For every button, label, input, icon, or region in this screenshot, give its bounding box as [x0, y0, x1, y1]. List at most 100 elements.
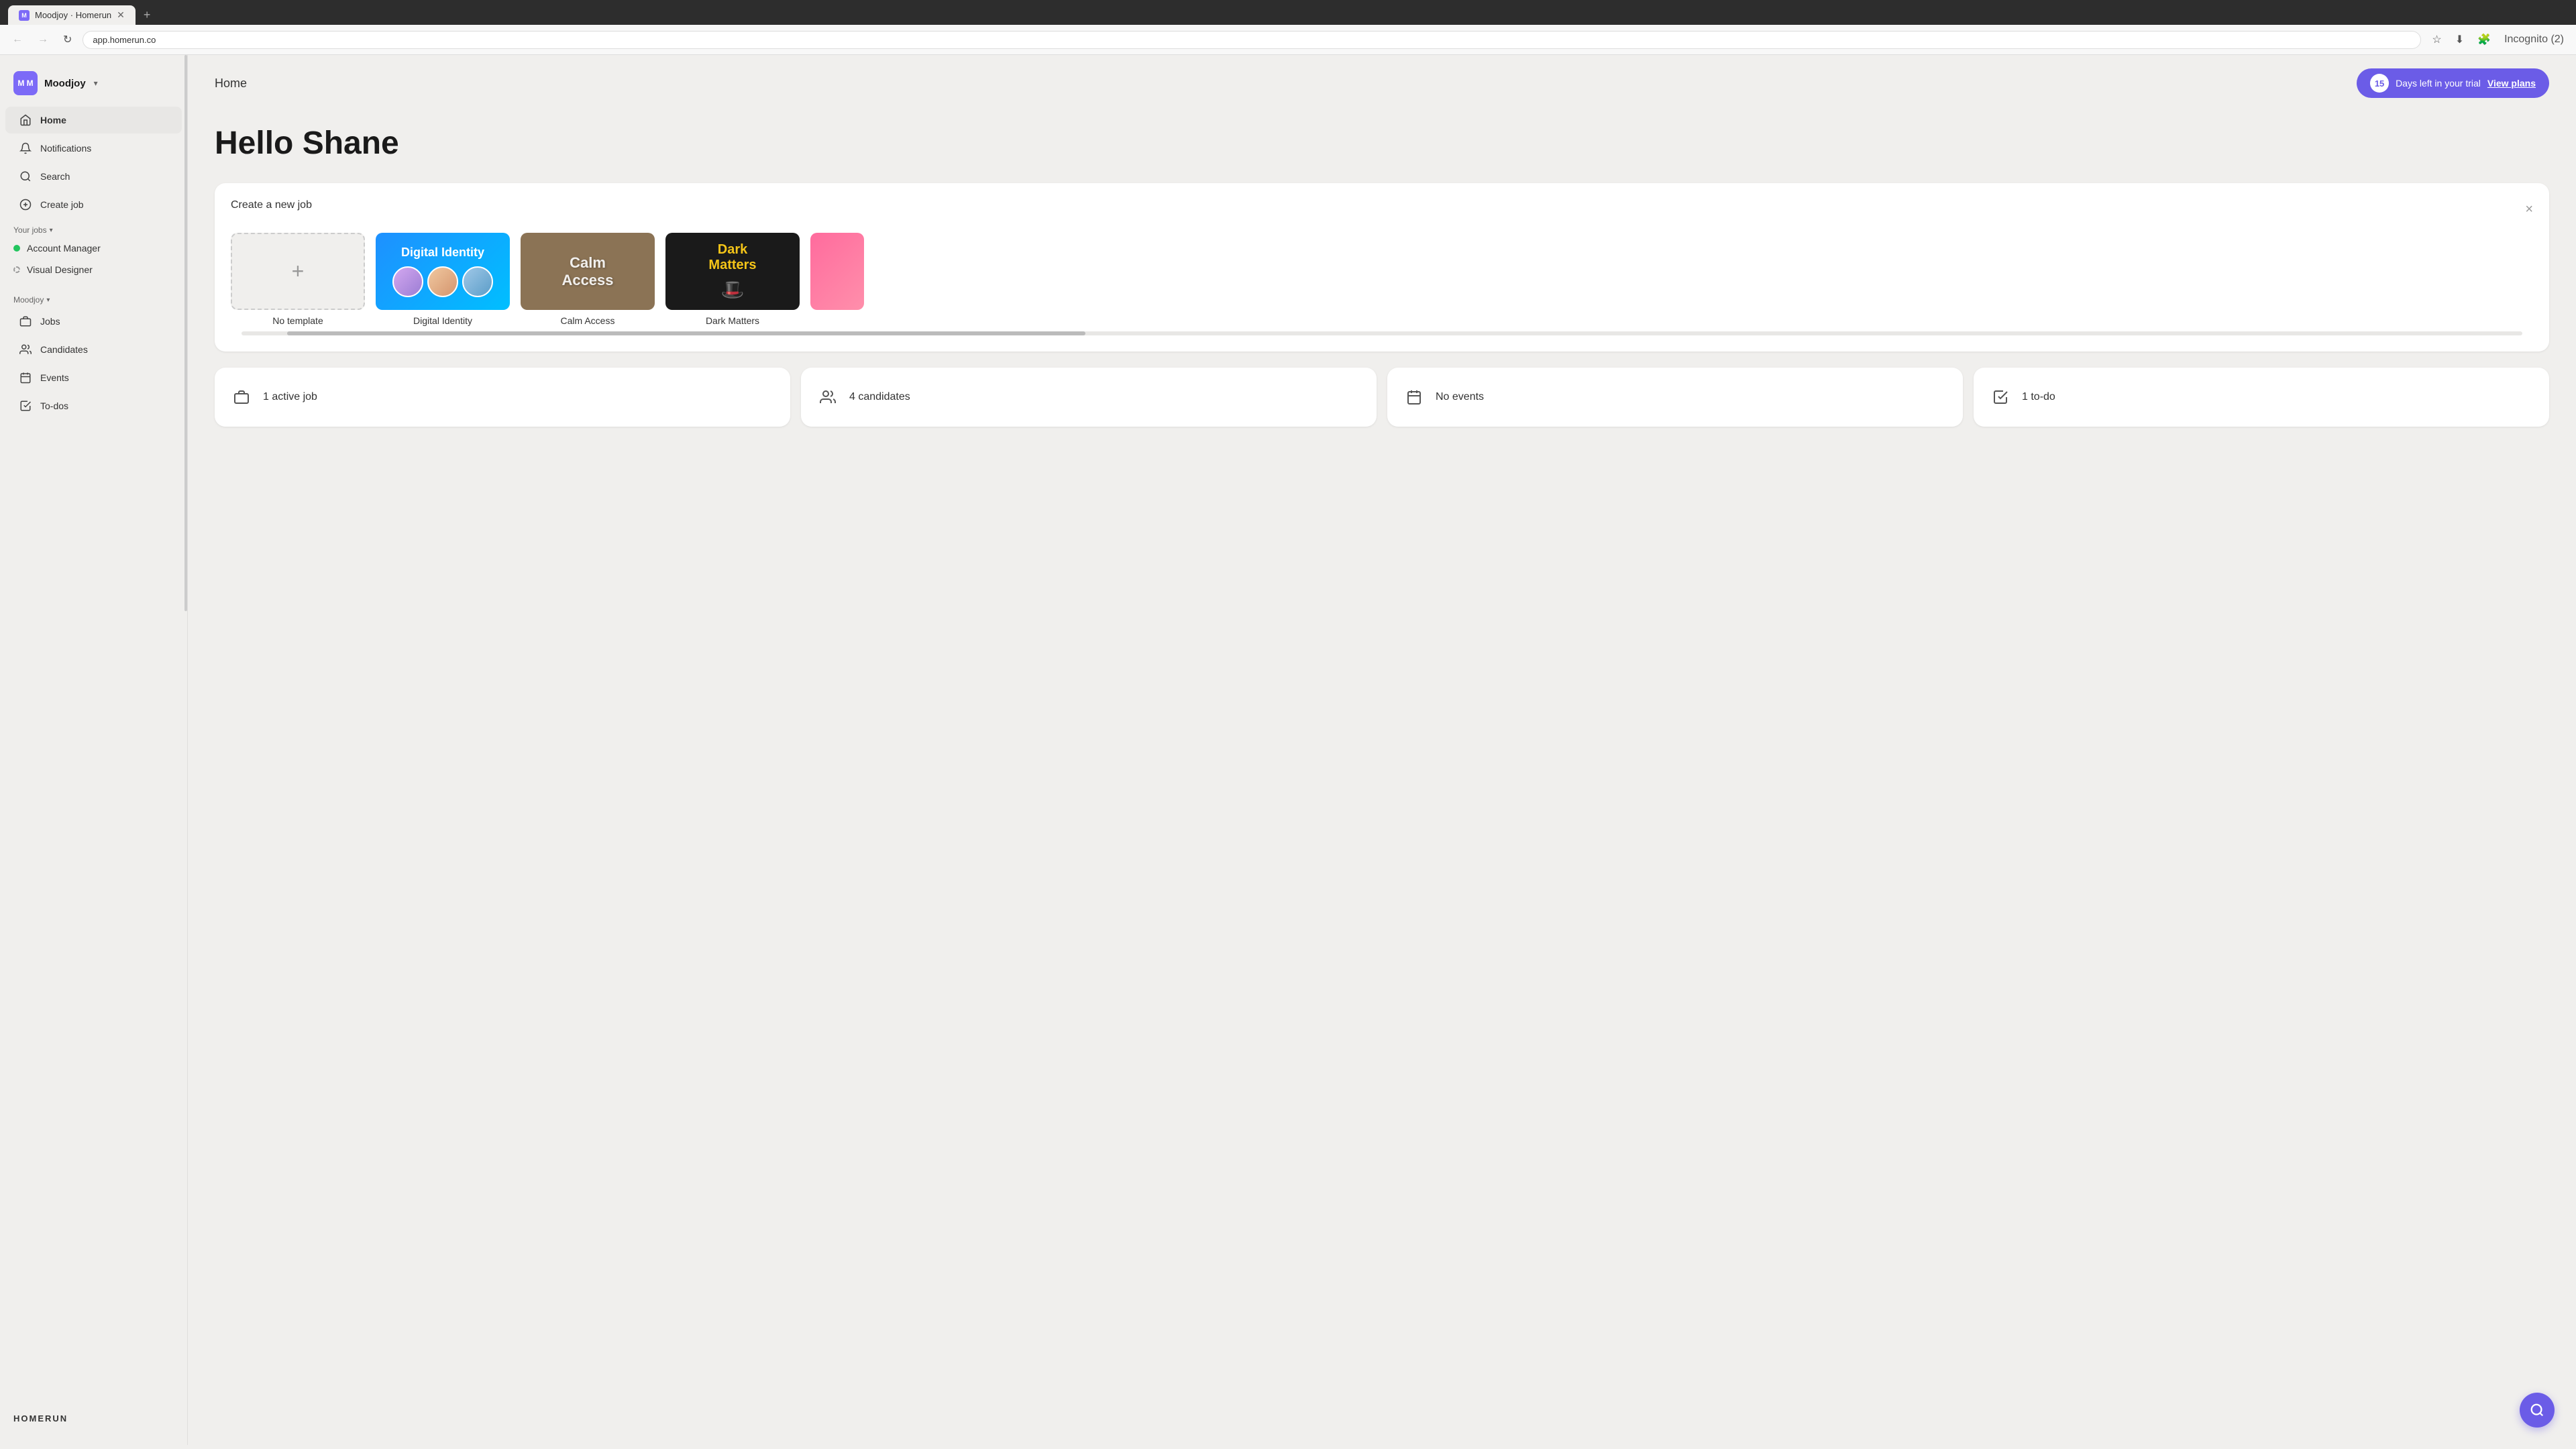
your-jobs-label: Your jobs: [13, 225, 47, 235]
sidebar-scrollbar-thumb: [184, 55, 187, 611]
template-dark-matters[interactable]: DarkMatters 🎩 Dark Matters: [665, 233, 800, 326]
main-header: Home 15 Days left in your trial View pla…: [188, 55, 2576, 111]
sidebar-item-search[interactable]: Search: [5, 163, 182, 190]
create-job-card: Create a new job × + No template: [215, 183, 2549, 352]
download-button[interactable]: ⬇: [2451, 30, 2468, 49]
job-draft-indicator: [13, 266, 20, 273]
template-no-template-label: No template: [231, 315, 365, 326]
templates-scrollbar-track: [241, 331, 2522, 335]
new-tab-button[interactable]: +: [138, 5, 156, 25]
app-layout: M M Moodjoy ▾ Home Notifications Search: [0, 55, 2576, 1445]
checkbox-icon: [19, 399, 32, 413]
search-fab[interactable]: [2520, 1393, 2555, 1428]
digital-identity-text: Digital Identity: [401, 246, 484, 260]
calm-access-text: CalmAccess: [561, 254, 613, 289]
sidebar-item-create-job[interactable]: Create job: [5, 191, 182, 218]
trial-badge: 15 Days left in your trial View plans: [2357, 68, 2549, 98]
digital-identity-photo-2: [427, 266, 458, 297]
trial-text: Days left in your trial: [2396, 78, 2481, 89]
moodjoy-dropdown-arrow: ▾: [46, 297, 50, 304]
sidebar-scrollbar[interactable]: [184, 55, 187, 1445]
templates-row: + No template Digital Identity: [231, 233, 2533, 326]
templates-scrollbar-area: [231, 331, 2533, 335]
moodjoy-section-label: Moodjoy: [13, 295, 44, 305]
back-button[interactable]: ←: [8, 31, 27, 48]
stat-card-active-jobs[interactable]: 1 active job: [215, 368, 790, 427]
reload-button[interactable]: ↻: [59, 30, 76, 49]
job-item-account-manager[interactable]: Account Manager: [0, 237, 187, 259]
browser-controls: ← → ↻ app.homerun.co ☆ ⬇ 🧩 Incognito (2): [0, 25, 2576, 55]
sidebar-item-home-label: Home: [40, 115, 66, 125]
main-content-area: Home 15 Days left in your trial View pla…: [188, 55, 2576, 1445]
sidebar-item-search-label: Search: [40, 171, 70, 182]
job-item-visual-designer[interactable]: Visual Designer: [0, 259, 187, 280]
sidebar-bottom: HOMERUN: [0, 1403, 187, 1434]
sidebar-item-events[interactable]: Events: [5, 364, 182, 391]
template-no-template[interactable]: + No template: [231, 233, 365, 326]
template-digital-identity[interactable]: Digital Identity Digital Identity: [376, 233, 510, 326]
briefcase-icon: [19, 315, 32, 328]
job-active-indicator: [13, 245, 20, 252]
sidebar-item-create-job-label: Create job: [40, 199, 84, 210]
incognito-button[interactable]: Incognito (2): [2500, 31, 2568, 48]
tab-favicon: M: [19, 10, 30, 21]
homerun-logo: HOMERUN: [13, 1413, 174, 1424]
your-jobs-dropdown-arrow: ▾: [50, 227, 53, 234]
template-dark-label: Dark Matters: [665, 315, 800, 326]
template-calm-access[interactable]: CalmAccess Calm Access: [521, 233, 655, 326]
search-icon: [19, 170, 32, 183]
home-icon: [19, 113, 32, 127]
job-item-visual-designer-label: Visual Designer: [27, 264, 93, 275]
address-bar[interactable]: app.homerun.co: [83, 31, 2421, 49]
sidebar-item-todos[interactable]: To-dos: [5, 392, 182, 419]
calm-overlay: CalmAccess: [521, 233, 655, 310]
stat-card-candidates[interactable]: 4 candidates: [801, 368, 1377, 427]
tab-title: Moodjoy · Homerun: [35, 10, 111, 20]
company-dropdown-arrow[interactable]: ▾: [94, 78, 98, 88]
your-jobs-section-header[interactable]: Your jobs ▾: [0, 219, 187, 237]
moodjoy-section-header[interactable]: Moodjoy ▾: [0, 288, 187, 307]
company-avatar: M M: [13, 71, 38, 95]
bell-icon: [19, 142, 32, 155]
sidebar-item-notifications[interactable]: Notifications: [5, 135, 182, 162]
stat-card-todos[interactable]: 1 to-do: [1974, 368, 2549, 427]
templates-scrollbar-thumb[interactable]: [287, 331, 1085, 335]
address-bar-text: app.homerun.co: [93, 35, 156, 45]
template-blank-thumb: +: [231, 233, 365, 310]
stats-row: 1 active job 4 candidates No events: [215, 368, 2549, 427]
greeting-heading: Hello Shane: [215, 125, 2549, 162]
active-jobs-icon: [231, 386, 252, 408]
sidebar: M M Moodjoy ▾ Home Notifications Search: [0, 55, 188, 1445]
active-tab[interactable]: M Moodjoy · Homerun ✕: [8, 5, 136, 25]
tab-close-button[interactable]: ✕: [117, 9, 125, 21]
extensions-button[interactable]: 🧩: [2473, 30, 2495, 49]
sidebar-item-candidates[interactable]: Candidates: [5, 336, 182, 363]
calendar-icon: [19, 371, 32, 384]
create-job-close-button[interactable]: ×: [2525, 202, 2533, 217]
trial-days-count: 15: [2370, 74, 2389, 93]
page-title: Home: [215, 76, 247, 91]
dark-matters-text: DarkMatters: [708, 242, 756, 273]
todos-stat-icon: [1990, 386, 2011, 408]
company-name: Moodjoy: [44, 78, 86, 89]
sidebar-item-home[interactable]: Home: [5, 107, 182, 133]
plus-circle-icon: [19, 198, 32, 211]
sidebar-item-candidates-label: Candidates: [40, 344, 88, 355]
main-content: Hello Shane Create a new job × + No temp…: [188, 111, 2576, 453]
bookmark-button[interactable]: ☆: [2428, 30, 2445, 49]
forward-button[interactable]: →: [34, 31, 52, 48]
template-calm-label: Calm Access: [521, 315, 655, 326]
sidebar-item-jobs[interactable]: Jobs: [5, 308, 182, 335]
browser-tabs: M Moodjoy · Homerun ✕ +: [8, 5, 2568, 25]
stat-card-events[interactable]: No events: [1387, 368, 1963, 427]
stat-candidates-text: 4 candidates: [849, 391, 910, 403]
sidebar-header: M M Moodjoy ▾: [0, 66, 187, 106]
digital-identity-photo-3: [462, 266, 493, 297]
users-icon: [19, 343, 32, 356]
template-dark-thumb: DarkMatters 🎩: [665, 233, 800, 310]
view-plans-link[interactable]: View plans: [2487, 78, 2536, 89]
stat-active-jobs-text: 1 active job: [263, 391, 317, 403]
browser-actions: ☆ ⬇ 🧩 Incognito (2): [2428, 30, 2568, 49]
template-race-thumb: [810, 233, 864, 310]
template-race[interactable]: [810, 233, 864, 326]
